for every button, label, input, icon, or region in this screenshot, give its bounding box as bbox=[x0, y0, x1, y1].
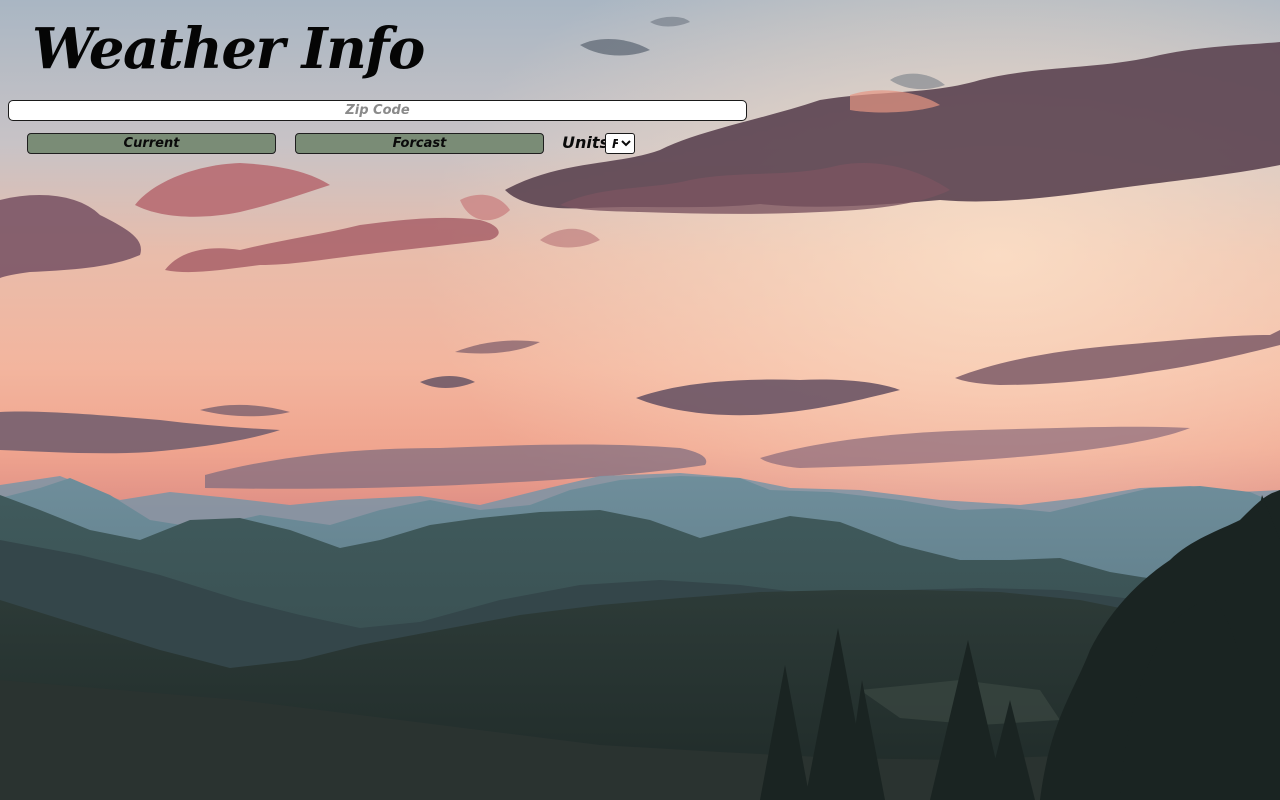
forecast-button[interactable]: Forcast bbox=[295, 133, 544, 154]
zip-code-input[interactable] bbox=[8, 100, 747, 121]
page-title: Weather Info bbox=[32, 16, 425, 82]
current-weather-button[interactable]: Current bbox=[27, 133, 276, 154]
units-select[interactable]: F bbox=[605, 133, 635, 154]
weather-app: Weather Info Current Forcast Units: F bbox=[0, 0, 1280, 800]
